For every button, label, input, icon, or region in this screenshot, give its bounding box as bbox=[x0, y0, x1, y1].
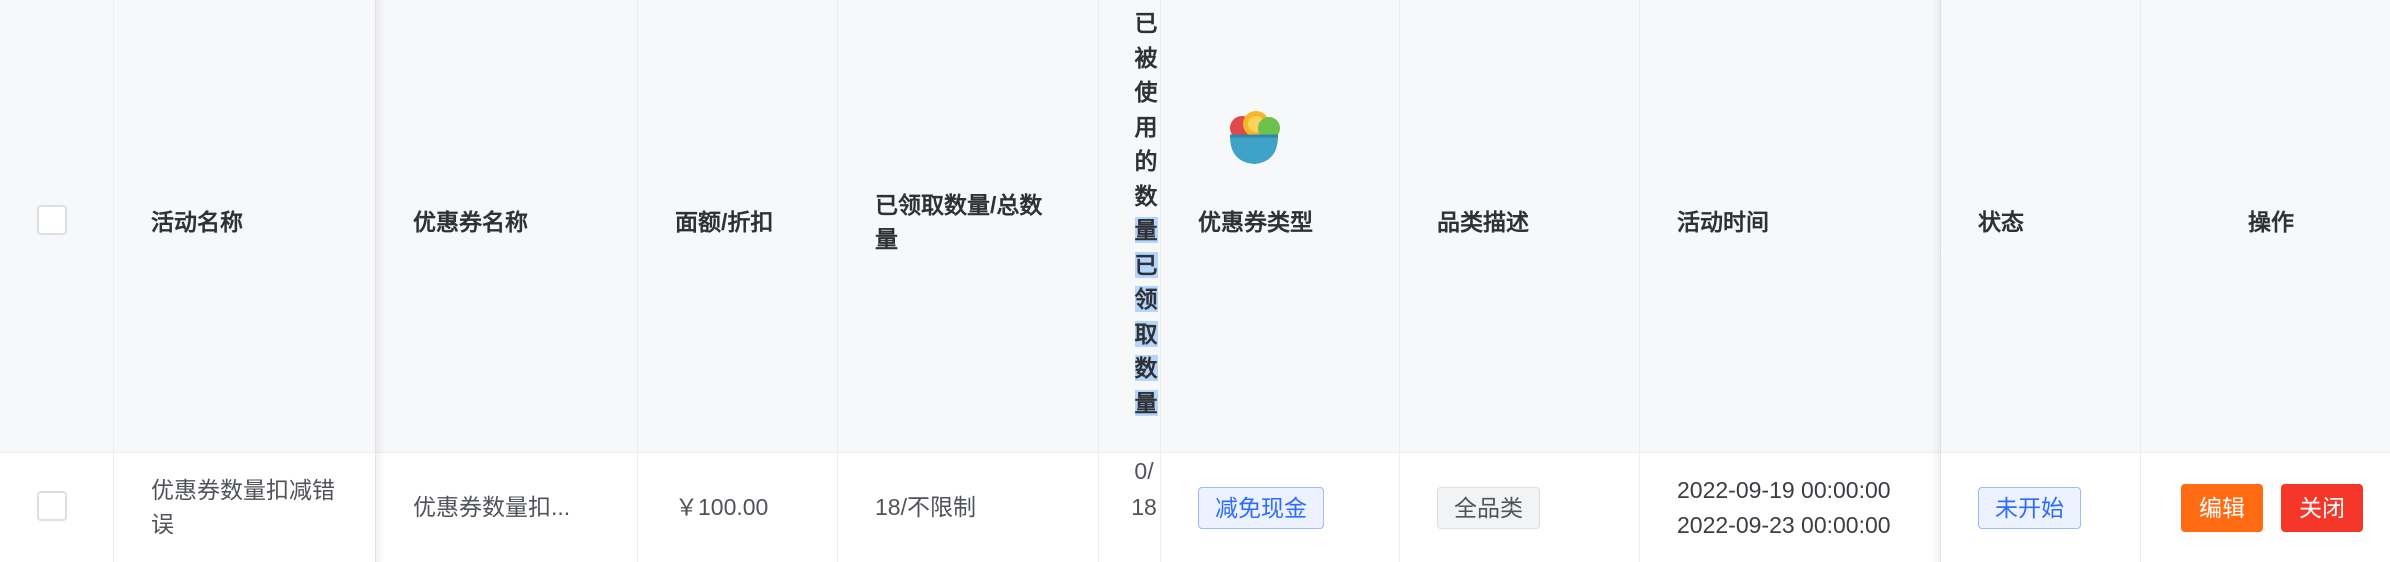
column-divider bbox=[1098, 0, 1099, 562]
column-divider bbox=[1160, 0, 1161, 562]
edit-button[interactable]: 编辑 bbox=[2181, 484, 2263, 532]
status-badge: 未开始 bbox=[1978, 487, 2081, 529]
header-status[interactable]: 状态 bbox=[1978, 205, 2024, 239]
header-activity-time[interactable]: 活动时间 bbox=[1677, 205, 1769, 239]
column-divider bbox=[1940, 0, 1941, 562]
header-category-desc[interactable]: 品类描述 bbox=[1437, 205, 1529, 239]
coupon-type-tag: 减免现金 bbox=[1198, 487, 1324, 529]
header-amount-discount[interactable]: 面额/折扣 bbox=[675, 205, 773, 239]
table-header: 活动名称 优惠券名称 面额/折扣 已领取数量/总数量 已被使用的数量已领取数量 … bbox=[0, 0, 2390, 453]
header-used-count-text: 已被使用的数 bbox=[1134, 10, 1158, 209]
cell-activity-name: 优惠券数量扣减错误 bbox=[151, 477, 335, 537]
column-divider bbox=[1399, 0, 1400, 562]
column-divider bbox=[637, 0, 638, 562]
category-tag: 全品类 bbox=[1437, 487, 1540, 529]
cell-time-start: 2022-09-19 00:00:00 bbox=[1677, 477, 1891, 503]
cell-coupon-name: 优惠券数量扣... bbox=[413, 494, 571, 520]
column-divider bbox=[113, 0, 114, 562]
column-divider bbox=[375, 0, 376, 562]
cell-amount: ￥100.00 bbox=[675, 494, 769, 520]
header-received-total[interactable]: 已领取数量/总数量 bbox=[875, 188, 1065, 256]
cell-used-count: 0/18 bbox=[1131, 458, 1157, 520]
header-used-count[interactable]: 已被使用的数量已领取数量 bbox=[1133, 6, 1159, 420]
select-all-checkbox[interactable] bbox=[37, 205, 67, 235]
header-used-count-selected-text: 量已领取数量 bbox=[1134, 217, 1158, 416]
header-activity-name[interactable]: 活动名称 bbox=[151, 205, 243, 239]
header-coupon-name[interactable]: 优惠券名称 bbox=[413, 205, 528, 239]
salad-bowl-icon bbox=[1224, 106, 1284, 172]
row-checkbox[interactable] bbox=[37, 491, 67, 521]
table-row: 优惠券数量扣减错误 优惠券数量扣... ￥100.00 18/不限制 0/18 … bbox=[0, 453, 2390, 562]
column-divider bbox=[1639, 0, 1640, 562]
close-button[interactable]: 关闭 bbox=[2281, 484, 2363, 532]
header-actions: 操作 bbox=[2248, 209, 2294, 235]
header-coupon-type[interactable]: 优惠券类型 bbox=[1198, 205, 1313, 239]
cell-received-total: 18/不限制 bbox=[875, 494, 976, 520]
column-divider bbox=[837, 0, 838, 562]
cell-time-end: 2022-09-23 00:00:00 bbox=[1677, 512, 1891, 538]
column-divider bbox=[2140, 0, 2141, 562]
coupon-activity-table: 活动名称 优惠券名称 面额/折扣 已领取数量/总数量 已被使用的数量已领取数量 … bbox=[0, 0, 2390, 562]
